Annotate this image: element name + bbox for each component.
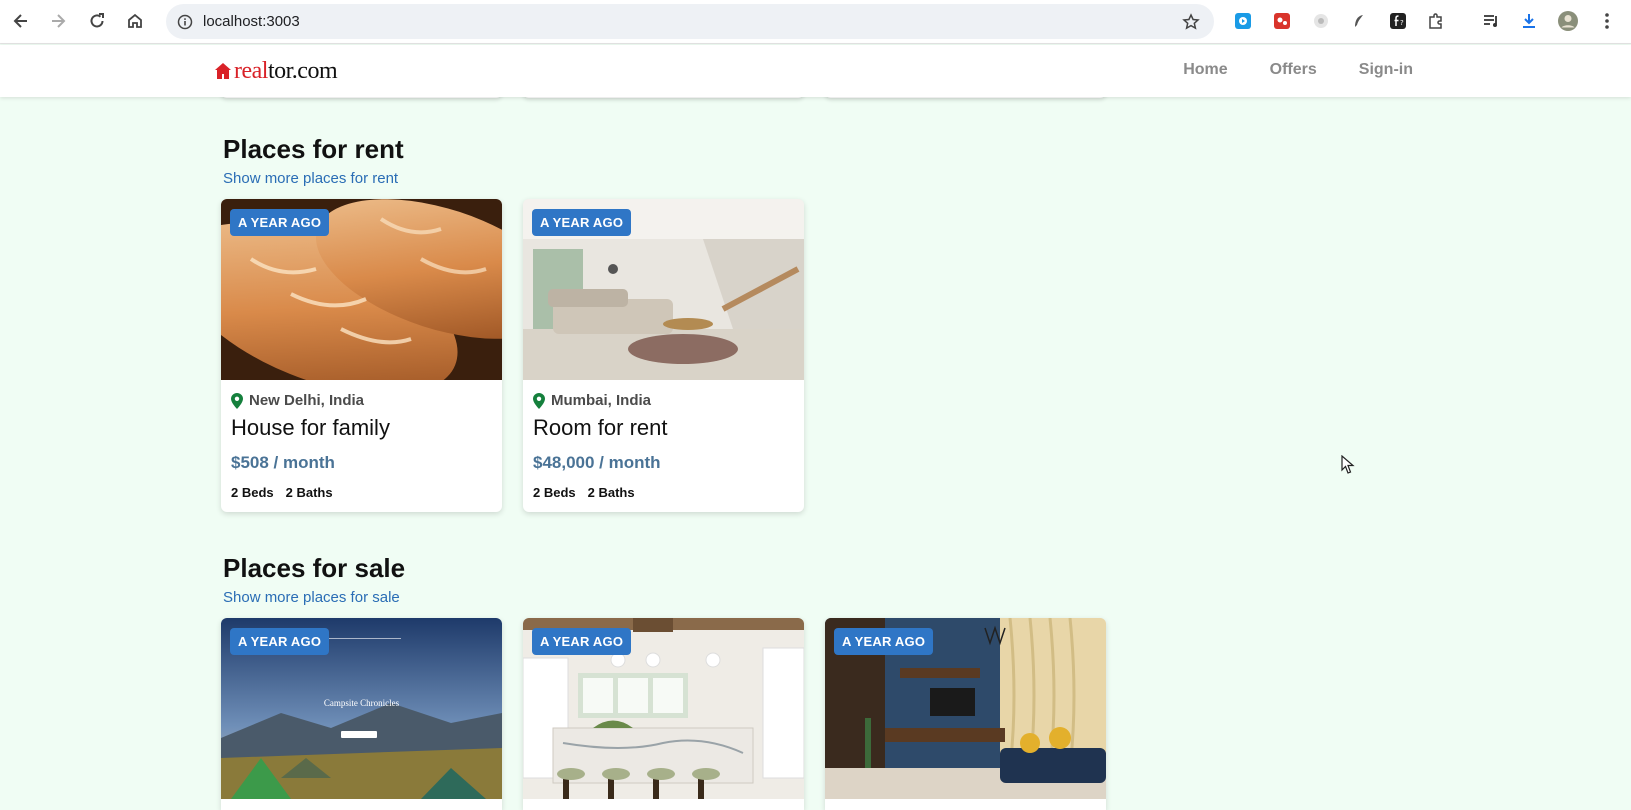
listing-location: New Delhi, India: [249, 392, 365, 409]
logo-text: realtor.com: [234, 57, 338, 84]
listing-title: House for family: [231, 415, 390, 440]
listing-beds: 2 Beds: [231, 485, 274, 500]
profile-avatar-icon[interactable]: [1557, 10, 1579, 32]
bookmark-star-icon[interactable]: [1180, 11, 1202, 33]
sale-listing-card[interactable]: A YEAR AGO: [825, 618, 1106, 810]
site-info-icon[interactable]: [174, 11, 196, 33]
address-bar[interactable]: localhost:3003: [166, 4, 1214, 39]
url-text[interactable]: localhost:3003: [203, 13, 300, 30]
main-nav: Home Offers Sign-in: [1183, 61, 1413, 79]
listing-image-lounge: A YEAR AGO: [825, 618, 1106, 799]
rent-show-more-link[interactable]: Show more places for rent: [223, 170, 398, 187]
house-logo-icon: [215, 63, 231, 79]
nav-sign-in[interactable]: Sign-in: [1359, 61, 1413, 79]
reload-icon[interactable]: [85, 9, 109, 33]
campsite-image-title: Campsite Chronicles: [323, 698, 400, 708]
listing-baths: 2 Baths: [285, 485, 333, 500]
home-icon[interactable]: [123, 9, 147, 33]
nav-offers[interactable]: Offers: [1270, 61, 1317, 79]
listing-image-kitchen: A YEAR AGO: [523, 618, 804, 799]
time-badge: A YEAR AGO: [834, 628, 934, 655]
rent-listing-card[interactable]: A YEAR AGO New Delhi, India House for fa…: [221, 199, 502, 512]
nav-home[interactable]: Home: [1183, 61, 1227, 79]
extension-font-icon[interactable]: ?: [1387, 10, 1409, 32]
listing-beds: 2 Beds: [533, 485, 576, 500]
sale-show-more-link[interactable]: Show more places for sale: [223, 589, 400, 606]
listing-price: $48,000 / month: [533, 453, 661, 472]
time-badge: A YEAR AGO: [230, 209, 330, 236]
listing-image-campsite: A YEAR AGO Campsite Chronicles: [221, 618, 502, 799]
time-badge: A YEAR AGO: [532, 209, 632, 236]
rent-section-title: Places for rent: [223, 134, 404, 164]
back-icon[interactable]: [9, 9, 33, 33]
downloads-icon[interactable]: [1518, 10, 1540, 32]
sale-section-title: Places for sale: [223, 553, 406, 583]
site-header: realtor.com Home Offers Sign-in: [0, 45, 1631, 97]
extension-gray-icon[interactable]: [1310, 10, 1332, 32]
extension-feather-icon[interactable]: [1348, 10, 1370, 32]
time-badge: A YEAR AGO: [532, 628, 632, 655]
extensions-puzzle-icon[interactable]: [1425, 10, 1447, 32]
time-badge: A YEAR AGO: [230, 628, 330, 655]
browser-toolbar: localhost:3003 ?: [0, 0, 1631, 44]
extension-red-icon[interactable]: [1271, 10, 1293, 32]
sale-listing-card[interactable]: A YEAR AGO Campsite Chronicles: [221, 618, 502, 810]
listing-location: Mumbai, India: [551, 392, 652, 409]
realtor-logo[interactable]: realtor.com: [214, 57, 338, 85]
media-control-icon[interactable]: [1480, 10, 1502, 32]
browser-menu-icon[interactable]: [1596, 10, 1618, 32]
listing-image-bread: A YEAR AGO: [221, 199, 502, 380]
svg-text:?: ?: [1400, 19, 1404, 27]
location-pin-icon: [533, 392, 545, 409]
listing-price: $508 / month: [231, 453, 335, 472]
extension-screencast-icon[interactable]: [1232, 10, 1254, 32]
mouse-cursor-icon: [1341, 454, 1355, 480]
location-pin-icon: [231, 392, 243, 409]
listing-baths: 2 Baths: [587, 485, 635, 500]
forward-icon[interactable]: [46, 9, 70, 33]
listing-title: Room for rent: [533, 415, 668, 440]
listing-image-living-room: A YEAR AGO: [523, 199, 804, 380]
sale-listing-card[interactable]: A YEAR AGO: [523, 618, 804, 810]
rent-listing-card[interactable]: A YEAR AGO Mumbai, India Room for rent $…: [523, 199, 804, 512]
